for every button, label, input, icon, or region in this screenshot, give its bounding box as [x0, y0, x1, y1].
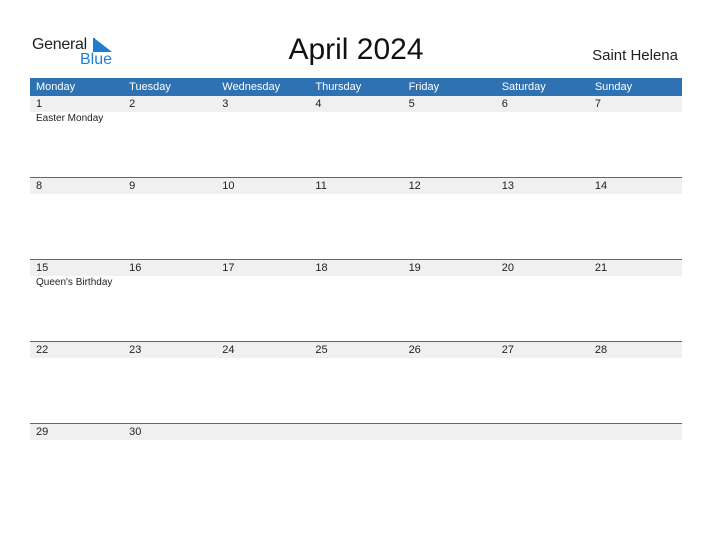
weekday-wednesday: Wednesday [222, 81, 281, 93]
day-number: 20 [501, 262, 514, 274]
day-number: 18 [315, 262, 328, 274]
day-number: 19 [408, 262, 421, 274]
holiday-label [309, 276, 402, 290]
day-number: 17 [222, 262, 235, 274]
week-row: 8 9 10 11 12 13 14 [30, 177, 682, 259]
day-number: 11 [315, 180, 327, 192]
holiday-label [589, 112, 682, 126]
event-row: Queen's Birthday [30, 276, 682, 290]
day-number [496, 424, 589, 440]
day-number: 10 [222, 180, 235, 192]
holiday-label [123, 112, 216, 126]
holiday-label [216, 112, 309, 126]
week-row: 15 16 17 18 19 20 21 Queen's Birthday [30, 259, 682, 341]
holiday-label [309, 112, 402, 126]
day-number-row: 15 16 17 18 19 20 21 [30, 260, 682, 276]
calendar-grid: Monday Tuesday Wednesday Thursday Friday… [30, 78, 682, 505]
day-number: 21 [594, 262, 608, 274]
day-number: 9 [129, 180, 136, 192]
country-label: Saint Helena [592, 47, 678, 64]
day-number: 14 [594, 180, 608, 192]
day-number: 3 [222, 98, 229, 110]
day-number: 29 [36, 426, 49, 438]
day-number: 2 [129, 98, 136, 110]
holiday-label [496, 276, 589, 290]
day-number: 25 [315, 344, 328, 356]
day-number [216, 424, 309, 440]
holiday-label [589, 276, 682, 290]
day-number [403, 424, 496, 440]
day-number: 26 [408, 344, 421, 356]
weekday-friday: Friday [408, 81, 440, 93]
day-number: 24 [222, 344, 235, 356]
day-number: 13 [501, 180, 514, 192]
day-number: 1 [36, 98, 43, 110]
day-number-row: 29 30 [30, 424, 682, 440]
day-number: 15 [36, 262, 49, 274]
day-number: 27 [501, 344, 514, 356]
holiday-label [123, 276, 216, 290]
holiday-label: Easter Monday [36, 113, 104, 124]
day-number-row: 1 2 3 4 5 6 7 [30, 96, 682, 112]
day-number: 16 [129, 262, 142, 274]
week-row: 29 30 [30, 423, 682, 505]
day-number: 4 [315, 98, 322, 110]
day-number: 30 [129, 426, 142, 438]
day-number-row: 22 23 24 25 26 27 28 [30, 342, 682, 358]
day-number: 28 [594, 344, 608, 356]
holiday-label [403, 112, 496, 126]
day-number [309, 424, 402, 440]
event-row: Easter Monday [30, 112, 682, 126]
day-number: 23 [129, 344, 142, 356]
holiday-label [216, 276, 309, 290]
day-number: 7 [594, 98, 601, 110]
weekday-header: Monday Tuesday Wednesday Thursday Friday… [30, 78, 682, 96]
weekday-monday: Monday [36, 81, 76, 93]
day-number: 8 [36, 180, 43, 192]
week-row: 22 23 24 25 26 27 28 [30, 341, 682, 423]
weekday-thursday: Thursday [315, 81, 362, 93]
day-number-row: 8 9 10 11 12 13 14 [30, 178, 682, 194]
week-row: 1 2 3 4 5 6 7 Easter Monday [30, 96, 682, 177]
day-number: 12 [408, 180, 421, 192]
day-number: 5 [408, 98, 415, 110]
weekday-sunday: Sunday [594, 81, 633, 93]
day-number: 6 [501, 98, 508, 110]
holiday-label [496, 112, 589, 126]
weekday-saturday: Saturday [501, 81, 546, 93]
holiday-label [403, 276, 496, 290]
holiday-label: Queen's Birthday [36, 277, 113, 288]
weekday-tuesday: Tuesday [129, 81, 171, 93]
day-number: 22 [36, 344, 49, 356]
day-number [589, 424, 682, 440]
